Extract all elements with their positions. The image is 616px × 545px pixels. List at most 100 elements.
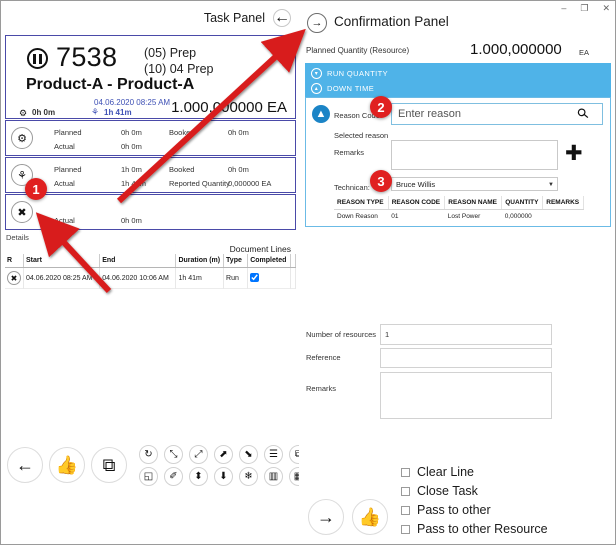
col-type: Type	[223, 254, 249, 268]
cell-end: 04.06.2020 10:06 AM	[99, 267, 177, 289]
details-label: Details	[6, 233, 29, 242]
arrow-left-icon[interactable]: ←	[273, 9, 291, 27]
planned-label: Planned	[54, 165, 82, 174]
refresh-button[interactable]: ↻	[139, 445, 158, 464]
selected-reason-label: Selected reason	[334, 131, 389, 140]
reference-field[interactable]	[380, 348, 552, 368]
rework-button[interactable]: ❄	[239, 467, 258, 486]
planned-value: 1h 0m	[121, 165, 142, 174]
task-operation-1: (05) Prep	[144, 46, 197, 60]
detail-row-teardown[interactable]: ✖ Actual 0h 0m	[5, 194, 296, 230]
task-header-card[interactable]: 7538 (05) Prep (10) 04 Prep Product-A - …	[5, 35, 296, 119]
checkbox-icon[interactable]	[401, 524, 410, 534]
add-copy-button[interactable]: ⧉	[91, 447, 127, 483]
collapse-button[interactable]: ⬇	[214, 467, 233, 486]
x-icon[interactable]: ✖	[7, 271, 21, 285]
expand-button[interactable]: ⬍	[189, 467, 208, 486]
remarks-textarea[interactable]	[391, 140, 558, 170]
actual-value: 0h 0m	[121, 216, 142, 225]
cell-reason-code: 01	[391, 213, 399, 220]
col-r: R	[5, 254, 24, 268]
remarks-field[interactable]	[380, 372, 552, 419]
reason-input[interactable]	[391, 103, 603, 125]
transport-start-button[interactable]: ⬊	[239, 445, 258, 464]
technician-select[interactable]: Bruce Willis ▼	[391, 177, 558, 191]
close-icon[interactable]: ✕	[602, 3, 610, 14]
remarks-label: Remarks	[306, 384, 337, 393]
detail-row-setup[interactable]: ⚙ Planned 0h 0m Booked 0h 0m Actual 0h 0…	[5, 120, 296, 156]
booked-value: 0h 0m	[228, 128, 249, 137]
cell-start: 04.06.2020 08:25 AM	[23, 267, 101, 289]
col-reason-code: REASON CODE	[388, 196, 446, 210]
detail-row-run[interactable]: ⚘ Planned 1h 0m Booked 0h 0m Actual 1h 4…	[5, 157, 296, 193]
section-bands: ▾ RUN QUANTITY ▴ DOWN TIME	[305, 63, 611, 97]
planned-quantity-unit: EA	[579, 48, 590, 57]
col-remarks: REMARKS	[542, 196, 584, 210]
col-empty	[290, 254, 296, 268]
restore-icon[interactable]: ❐	[580, 3, 588, 14]
task-run-time: 1h 41m	[104, 108, 132, 117]
pass-to-other-resource-label: Pass to other Resource	[417, 522, 548, 536]
task-panel-titlebar: Task Panel ←	[2, 2, 299, 34]
col-reason-type: REASON TYPE	[334, 196, 389, 210]
cell-remarks	[543, 210, 584, 224]
table-row[interactable]: Down Reason 01 Lost Power 0,000000	[334, 210, 584, 224]
checkbox-icon[interactable]	[401, 505, 410, 515]
band-down-time[interactable]: ▴ DOWN TIME	[311, 83, 374, 94]
cell-completed[interactable]	[247, 267, 291, 289]
number-of-resources-field[interactable]	[380, 324, 552, 345]
reason-table-header-row: REASON TYPE REASON CODE REASON NAME QUAN…	[334, 196, 584, 210]
document-button[interactable]: ◱	[139, 467, 158, 486]
pass-to-other-checkbox[interactable]: Pass to other	[401, 503, 548, 517]
checkbox-icon[interactable]	[401, 486, 410, 496]
minimize-icon[interactable]: –	[561, 3, 566, 14]
col-duration: Duration (m)	[175, 254, 225, 268]
row-status-cell[interactable]: ✖	[5, 267, 24, 289]
setup-start-button[interactable]: ⤡	[164, 445, 183, 464]
pass-to-other-label: Pass to other	[417, 503, 491, 517]
warehouse-button[interactable]: ▥	[264, 467, 283, 486]
page-title: Task Panel	[203, 11, 265, 25]
task-operation-2: (10) 04 Prep	[144, 62, 214, 76]
checkbox-icon[interactable]	[401, 467, 410, 477]
cell-empty	[290, 267, 296, 289]
cell-type: Run	[223, 267, 249, 289]
band-run-quantity-label: RUN QUANTITY	[327, 69, 389, 78]
pass-to-other-resource-checkbox[interactable]: Pass to other Resource	[401, 522, 548, 536]
cell-quantity: 0,000000	[504, 213, 532, 220]
run-icon: ⚘	[91, 107, 100, 117]
document-lines-table: R Start End Duration (m) Type Completed …	[5, 254, 296, 289]
down-time-section: ▲ Reason Code ⚲ Selected reason Remarks …	[305, 97, 611, 227]
booked-value: 0h 0m	[228, 165, 249, 174]
actual-value: 0h 0m	[121, 142, 142, 151]
warning-icon: ▲	[312, 105, 330, 123]
arrow-right-icon[interactable]: →	[307, 13, 327, 33]
document-lines-label: Document Lines	[229, 244, 291, 254]
cell-reason-type: Down Reason	[337, 213, 378, 220]
number-of-resources-label: Number of resources	[306, 330, 377, 339]
band-run-quantity[interactable]: ▾ RUN QUANTITY	[311, 68, 388, 79]
split-button[interactable]: ⧉	[289, 445, 299, 464]
run-start-button[interactable]: ⤢	[189, 445, 208, 464]
task-number: 7538	[56, 42, 118, 72]
attachment-button[interactable]: ✐	[164, 467, 183, 486]
back-button[interactable]: ←	[7, 447, 43, 483]
run-icon: ⚘	[11, 164, 33, 186]
plus-icon[interactable]: ✚	[565, 143, 583, 164]
reason-code-label: Reason Code	[334, 111, 380, 120]
clear-line-checkbox[interactable]: Clear Line	[401, 465, 548, 479]
completed-checkbox[interactable]	[250, 272, 260, 282]
teardown-start-button[interactable]: ⬈	[214, 445, 233, 464]
clear-line-label: Clear Line	[417, 465, 474, 479]
table-row[interactable]: ✖ 04.06.2020 08:25 AM 04.06.2020 10:06 A…	[5, 267, 296, 289]
thumbs-up-button[interactable]: 👍	[352, 499, 388, 535]
planned-value: 0h 0m	[121, 128, 142, 137]
reported-quantity-value: 0,000000 EA	[228, 179, 272, 188]
confirm-forward-button[interactable]: →	[308, 499, 344, 535]
thumbs-up-button[interactable]: 👍	[49, 447, 85, 483]
close-task-checkbox[interactable]: Close Task	[401, 484, 548, 498]
compare-button[interactable]: ▦	[289, 467, 299, 486]
close-task-label: Close Task	[417, 484, 478, 498]
task-setup-time: 0h 0m	[32, 108, 56, 117]
list-button[interactable]: ☰	[264, 445, 283, 464]
